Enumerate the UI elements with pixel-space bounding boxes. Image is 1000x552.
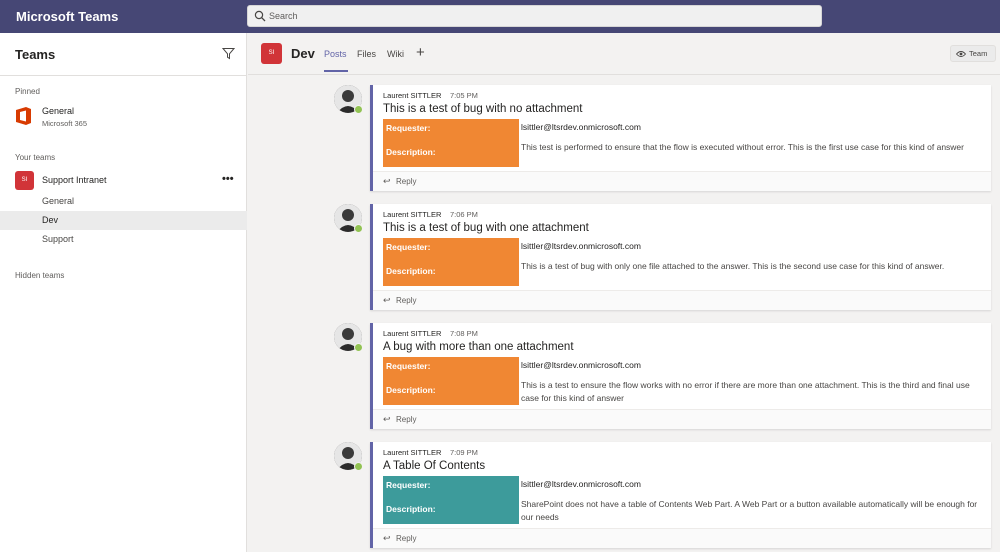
message-post: Laurent SITTLER 7:08 PM A bug with more … (334, 323, 991, 429)
field-labels-block: Requester: Description: (383, 357, 519, 405)
description-label: Description: (386, 147, 436, 157)
team-avatar[interactable]: SI (15, 171, 34, 190)
channel-name: Dev (291, 46, 315, 61)
requester-label: Requester: (386, 123, 431, 133)
requester-label: Requester: (386, 361, 431, 371)
message-time: 7:06 PM (450, 210, 478, 219)
reply-button[interactable]: ↩ Reply (373, 290, 991, 310)
reply-button[interactable]: ↩ Reply (373, 528, 991, 548)
message-card: Laurent SITTLER 7:08 PM A bug with more … (370, 323, 991, 429)
hidden-teams-label[interactable]: Hidden teams (15, 271, 64, 280)
message-description: SharePoint does not have a table of Cont… (521, 499, 978, 522)
pinned-item-name[interactable]: General (42, 106, 74, 116)
tab-posts[interactable]: Posts (324, 49, 347, 59)
reply-button[interactable]: ↩ Reply (373, 409, 991, 429)
requester-email: lsittler@ltsrdev.onmicrosoft.com (521, 479, 641, 489)
message-description: This is a test to ensure the flow works … (521, 380, 970, 403)
reply-icon: ↩ (383, 176, 391, 186)
presence-icon (354, 224, 363, 233)
reply-label: Reply (396, 177, 417, 186)
message-author: Laurent SITTLER (383, 210, 442, 219)
message-author: Laurent SITTLER (383, 448, 442, 457)
message-time: 7:08 PM (450, 329, 478, 338)
message-card: Laurent SITTLER 7:05 PM This is a test o… (370, 85, 991, 191)
message-subject: A bug with more than one attachment (383, 341, 574, 353)
channel-item-general[interactable]: General (0, 192, 247, 211)
requester-label: Requester: (386, 480, 431, 490)
field-labels-block: Requester: Description: (383, 238, 519, 286)
reply-button[interactable]: ↩ Reply (373, 171, 991, 191)
app-title: Microsoft Teams (16, 9, 119, 24)
reply-label: Reply (396, 415, 417, 424)
message-author: Laurent SITTLER (383, 329, 442, 338)
description-label: Description: (386, 266, 436, 276)
message-subject: This is a test of bug with one attachmen… (383, 222, 589, 234)
requester-email: lsittler@ltsrdev.onmicrosoft.com (521, 241, 641, 251)
your-teams-label: Your teams (15, 153, 56, 162)
pinned-label: Pinned (15, 87, 40, 96)
reply-label: Reply (396, 534, 417, 543)
more-icon[interactable]: ••• (222, 173, 234, 185)
message-card: Laurent SITTLER 7:06 PM This is a test o… (370, 204, 991, 310)
message-time: 7:09 PM (450, 448, 478, 457)
tab-wiki[interactable]: Wiki (387, 49, 404, 59)
presence-icon (354, 105, 363, 114)
channel-label: General (42, 196, 75, 206)
sidebar-divider (0, 75, 247, 76)
channel-item-support[interactable]: Support (0, 230, 247, 249)
search-input[interactable]: Search (247, 5, 822, 27)
requester-label: Requester: (386, 242, 431, 252)
channel-label: Dev (42, 215, 59, 225)
message-subject: A Table Of Contents (383, 460, 486, 472)
channel-avatar: SI (261, 43, 282, 64)
team-button[interactable]: Team (950, 45, 996, 62)
message-description: This is a test of bug with only one file… (521, 261, 945, 271)
channel-header: SI Dev Posts Files Wiki + Team (248, 33, 1000, 75)
channel-item-dev[interactable]: Dev (0, 211, 247, 230)
message-post: Laurent SITTLER 7:09 PM A Table Of Conte… (334, 442, 991, 548)
search-placeholder: Search (269, 11, 298, 21)
office-icon[interactable] (14, 106, 33, 126)
channel-label: Support (42, 234, 74, 244)
requester-email: lsittler@ltsrdev.onmicrosoft.com (521, 122, 641, 132)
message-post: Laurent SITTLER 7:05 PM This is a test o… (334, 85, 991, 191)
description-label: Description: (386, 385, 436, 395)
message-description: This test is performed to ensure that th… (521, 142, 964, 152)
add-tab-icon[interactable]: + (416, 44, 425, 61)
reply-icon: ↩ (383, 533, 391, 543)
message-card: Laurent SITTLER 7:09 PM A Table Of Conte… (370, 442, 991, 548)
tab-files[interactable]: Files (357, 49, 376, 59)
reply-icon: ↩ (383, 295, 391, 305)
description-label: Description: (386, 504, 436, 514)
reply-label: Reply (396, 296, 417, 305)
search-icon (254, 10, 266, 22)
message-time: 7:05 PM (450, 91, 478, 100)
top-bar: Microsoft Teams Search (0, 0, 1000, 33)
reply-icon: ↩ (383, 414, 391, 424)
presence-icon (354, 462, 363, 471)
sidebar-title: Teams (15, 47, 56, 62)
presence-icon (354, 343, 363, 352)
field-labels-block: Requester: Description: (383, 119, 519, 167)
team-button-label: Team (969, 49, 988, 58)
requester-email: lsittler@ltsrdev.onmicrosoft.com (521, 360, 641, 370)
message-author: Laurent SITTLER (383, 91, 442, 100)
filter-icon[interactable] (222, 47, 235, 60)
team-name[interactable]: Support Intranet (42, 175, 107, 185)
message-subject: This is a test of bug with no attachment (383, 103, 583, 115)
field-labels-block: Requester: Description: (383, 476, 519, 524)
teams-sidebar: Teams Pinned General Microsoft 365 Your … (0, 33, 247, 552)
active-tab-indicator (324, 70, 348, 72)
eye-icon (956, 51, 966, 57)
pinned-item-sub: Microsoft 365 (42, 119, 88, 128)
message-post: Laurent SITTLER 7:06 PM This is a test o… (334, 204, 991, 310)
